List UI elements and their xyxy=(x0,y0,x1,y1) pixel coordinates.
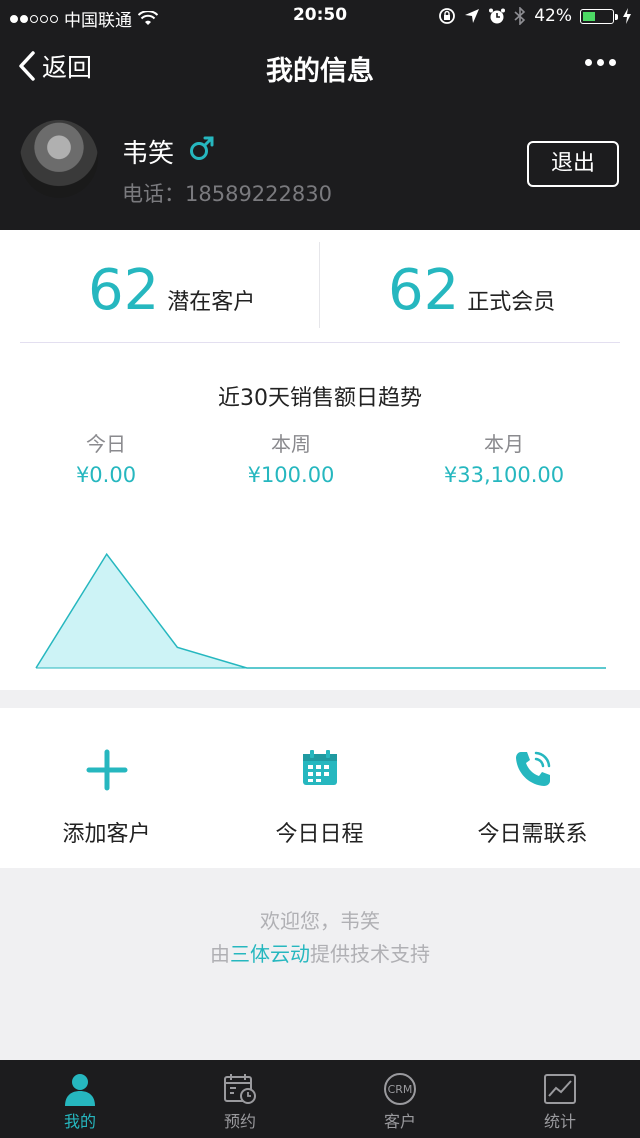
support-text: 由三体云动提供技术支持 xyxy=(0,938,640,971)
logout-button[interactable]: 退出 xyxy=(527,141,619,187)
footer-text: 欢迎您，韦笑 由三体云动提供技术支持 xyxy=(0,905,640,971)
official-members-label: 正式会员 xyxy=(467,290,556,315)
period-month-value: ¥33,100.00 xyxy=(443,463,565,487)
page-title: 我的信息 xyxy=(266,56,374,87)
status-right: 42% xyxy=(438,6,632,26)
app-root: 中国联通 20:50 42% 返回 我的信息 韦笑 电话：18589222830… xyxy=(0,0,640,1138)
status-bar: 中国联通 20:50 42% xyxy=(0,0,640,34)
profile-header: 韦笑 电话：18589222830 退出 xyxy=(0,100,640,230)
sales-summary: 62 潜在客户 62 正式会员 近30天销售额日趋势 今日 ¥0.00 本周 ¥… xyxy=(0,230,640,690)
tab-appointment[interactable]: 预约 xyxy=(160,1060,320,1138)
period-month: 本月 ¥33,100.00 xyxy=(424,428,584,487)
user-name: 韦笑 xyxy=(122,139,175,169)
tab-statistics-label: 统计 xyxy=(543,1112,576,1131)
period-today-value: ¥0.00 xyxy=(75,463,137,487)
section-divider xyxy=(20,342,620,343)
support-prefix: 由 xyxy=(210,942,230,966)
chevron-left-icon xyxy=(19,51,35,81)
alarm-icon xyxy=(489,8,506,24)
official-members-stat[interactable]: 62 正式会员 xyxy=(388,258,555,323)
tab-customer[interactable]: CRM 客户 xyxy=(320,1060,480,1138)
battery-percent: 42% xyxy=(534,6,572,26)
user-phone: 电话：18589222830 xyxy=(122,182,332,206)
trend-title: 近30天销售额日趋势 xyxy=(218,386,422,411)
today-schedule-button[interactable]: 今日日程 xyxy=(213,708,426,868)
period-today: 今日 ¥0.00 xyxy=(40,428,172,487)
navigation-bar: 返回 我的信息 xyxy=(0,34,640,100)
period-today-label: 今日 xyxy=(86,432,126,456)
stats-divider xyxy=(319,242,320,328)
phone-icon xyxy=(515,751,550,786)
quick-actions: 添加客户 今日日程 今日需联系 xyxy=(0,708,640,868)
period-week: 本周 ¥100.00 xyxy=(211,428,371,487)
user-icon xyxy=(65,1074,95,1106)
more-dot-icon xyxy=(609,59,616,66)
back-label: 返回 xyxy=(42,53,93,82)
tab-bar: 我的 预约 CRM 客户 统计 xyxy=(0,1060,640,1138)
more-dot-icon xyxy=(597,59,604,66)
welcome-text: 欢迎您，韦笑 xyxy=(260,909,380,933)
svg-text:CRM: CRM xyxy=(388,1083,413,1096)
back-button[interactable]: 返回 xyxy=(18,48,92,84)
potential-customers-label: 潜在客户 xyxy=(167,290,256,315)
official-members-count: 62 xyxy=(388,258,460,323)
today-contacts-button[interactable]: 今日需联系 xyxy=(426,708,639,868)
charging-icon xyxy=(623,8,631,24)
more-options-button[interactable] xyxy=(585,59,616,66)
plus-icon xyxy=(86,749,127,791)
trend-area xyxy=(36,554,606,668)
tab-appointment-label: 预约 xyxy=(223,1112,256,1131)
location-icon xyxy=(465,9,480,23)
today-contacts-label: 今日需联系 xyxy=(477,822,588,847)
add-customer-label: 添加客户 xyxy=(62,822,151,847)
support-brand-link[interactable]: 三体云动 xyxy=(230,942,310,966)
tab-customer-label: 客户 xyxy=(383,1112,416,1131)
tab-mine-label: 我的 xyxy=(63,1112,96,1131)
support-suffix: 提供技术支持 xyxy=(310,942,430,966)
bluetooth-icon xyxy=(514,7,526,25)
more-dot-icon xyxy=(585,59,592,66)
tab-statistics[interactable]: 统计 xyxy=(480,1060,640,1138)
sales-trend-chart xyxy=(35,552,606,669)
crm-icon: CRM xyxy=(384,1073,416,1105)
rotation-lock-icon xyxy=(439,8,456,24)
tab-mine[interactable]: 我的 xyxy=(0,1060,160,1138)
period-week-value: ¥100.00 xyxy=(247,463,335,487)
period-week-label: 本周 xyxy=(271,432,311,456)
battery-icon xyxy=(580,8,618,24)
male-gender-icon xyxy=(190,136,214,160)
avatar[interactable] xyxy=(20,120,98,198)
add-customer-button[interactable]: 添加客户 xyxy=(0,708,213,868)
potential-customers-count: 62 xyxy=(88,258,160,323)
period-month-label: 本月 xyxy=(484,432,524,456)
calendar-icon xyxy=(302,750,337,785)
potential-customers-stat[interactable]: 62 潜在客户 xyxy=(88,258,255,323)
today-schedule-label: 今日日程 xyxy=(275,822,364,847)
calendar-clock-icon xyxy=(224,1074,256,1104)
chart-icon xyxy=(544,1074,576,1104)
